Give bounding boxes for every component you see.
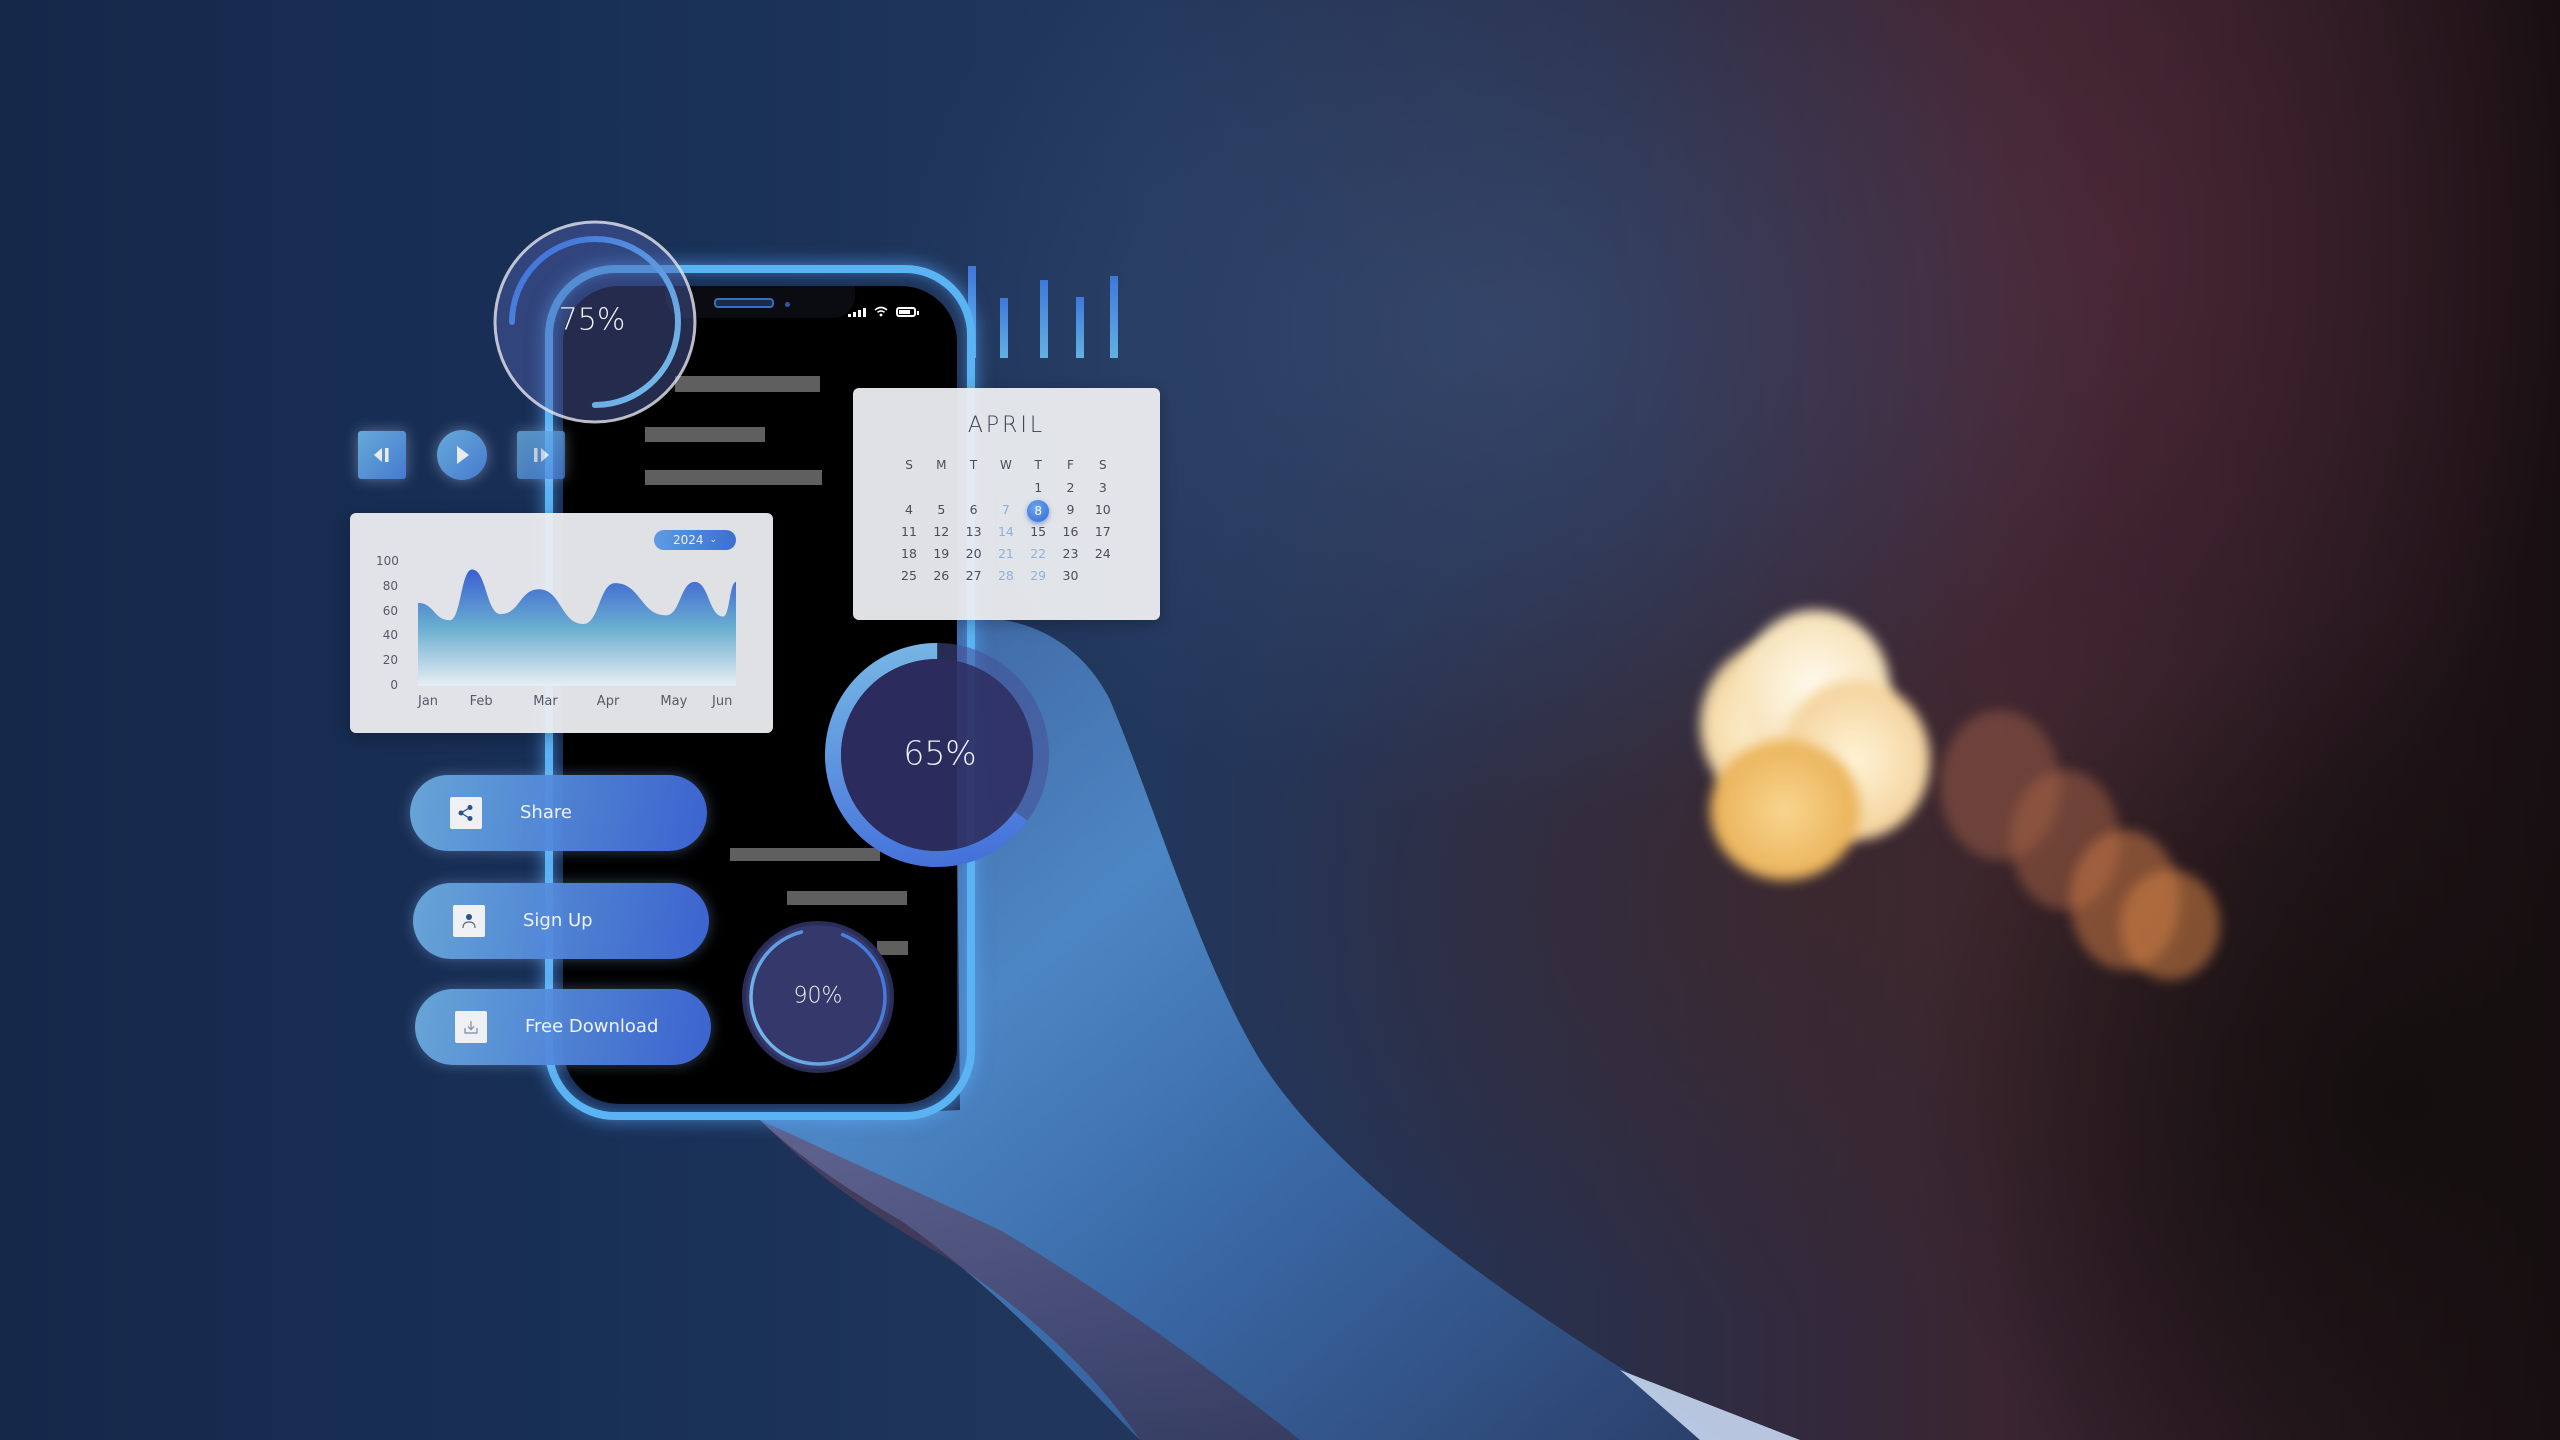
calendar-day[interactable]: 28 (991, 568, 1021, 583)
calendar-day[interactable]: 17 (1088, 524, 1118, 539)
calendar-day[interactable]: 12 (926, 524, 956, 539)
calendar-day[interactable]: 18 (894, 546, 924, 561)
gauge-label-90: 90% (793, 983, 843, 1009)
calendar-day[interactable]: 5 (926, 502, 956, 517)
sign-up-button[interactable]: Sign Up (413, 883, 709, 959)
mini-bar (1040, 280, 1048, 358)
y-tick-label: 100 (376, 554, 399, 568)
mini-bar (1110, 276, 1118, 358)
calendar-day[interactable]: 29 (1023, 568, 1053, 583)
weekday-label: S (905, 458, 913, 472)
free-download-button[interactable]: Free Download (415, 989, 711, 1065)
calendar-day[interactable]: 23 (1056, 546, 1086, 561)
calendar-day[interactable]: 4 (894, 502, 924, 517)
play-icon (457, 446, 469, 464)
sign-up-label: Sign Up (523, 910, 593, 931)
skip-back-icon (374, 448, 389, 462)
calendar-day-selected[interactable]: 8 (1027, 500, 1050, 522)
y-tick-label: 20 (382, 653, 398, 668)
calendar-day[interactable]: 14 (991, 524, 1021, 539)
calendar-day[interactable]: 30 (1056, 568, 1086, 583)
user-icon (453, 905, 485, 937)
year-value: 2024 (672, 533, 704, 547)
play-button[interactable] (437, 430, 487, 480)
y-tick-label: 40 (382, 628, 398, 643)
y-tick-label: 0 (390, 678, 398, 692)
previous-button[interactable] (358, 431, 406, 479)
share-label: Share (520, 802, 572, 823)
calendar-day[interactable]: 19 (926, 546, 956, 561)
calendar-day[interactable]: 6 (959, 502, 989, 517)
calendar-day[interactable]: 24 (1088, 546, 1118, 561)
calendar-day[interactable]: 27 (959, 568, 989, 583)
weekday-label: M (936, 458, 947, 472)
calendar-day[interactable]: 9 (1056, 502, 1086, 517)
x-tick-label: Mar (533, 694, 558, 709)
weekday-label: W (999, 458, 1012, 472)
x-tick-label: Jun (712, 694, 733, 709)
calendar-day[interactable]: 20 (959, 546, 989, 561)
calendar-day[interactable]: 7 (991, 502, 1021, 517)
year-dropdown[interactable]: 2024 ⌄ (654, 530, 736, 550)
calendar-day[interactable]: 26 (926, 568, 956, 583)
y-tick-label: 60 (382, 603, 398, 618)
chevron-down-icon: ⌄ (709, 535, 718, 545)
skip-forward-icon (534, 448, 549, 462)
x-tick-label: Feb (469, 694, 493, 709)
weekday-label: F (1067, 458, 1074, 472)
weekday-label: S (1098, 458, 1107, 472)
calendar-day[interactable]: 16 (1056, 524, 1086, 539)
x-tick-label: Jan (418, 694, 439, 709)
mini-bar (1076, 297, 1084, 358)
free-download-label: Free Download (525, 1016, 659, 1037)
calendar-day[interactable]: 11 (894, 524, 924, 539)
calendar-day[interactable]: 21 (991, 546, 1021, 561)
calendar-day[interactable]: 1 (1023, 480, 1053, 495)
gauge-label-75: 75% (558, 302, 626, 338)
calendar-day[interactable]: 22 (1023, 546, 1053, 561)
calendar-day[interactable]: 25 (894, 568, 924, 583)
download-icon (455, 1011, 487, 1043)
x-tick-label: Apr (596, 694, 620, 709)
calendar-month: APRIL (967, 413, 1046, 438)
weekday-label: T (969, 458, 978, 472)
y-tick-label: 80 (382, 578, 398, 593)
share-icon (450, 797, 482, 829)
calendar-day[interactable]: 13 (959, 524, 989, 539)
mini-bar (1000, 298, 1008, 358)
calendar-day[interactable]: 10 (1088, 502, 1118, 517)
calendar-day[interactable]: 3 (1088, 480, 1118, 495)
weekday-label: T (1034, 458, 1042, 472)
next-button[interactable] (517, 431, 565, 479)
calendar-day[interactable]: 2 (1056, 480, 1086, 495)
share-button[interactable]: Share (410, 775, 707, 851)
calendar-day[interactable]: 15 (1023, 524, 1053, 539)
x-tick-label: May (660, 694, 688, 709)
gauge-label-65: 65% (903, 733, 977, 773)
